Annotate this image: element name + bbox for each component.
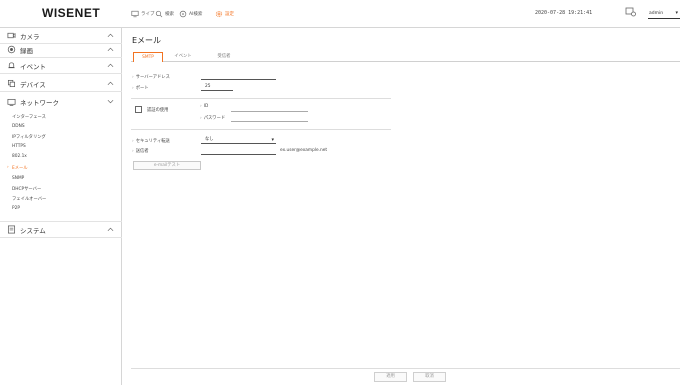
system-icon (7, 225, 16, 234)
port-label: › ポート (132, 86, 149, 91)
password-input[interactable] (231, 114, 308, 122)
bell-icon (8, 62, 15, 69)
user-underline (648, 18, 680, 19)
chevron-down-icon (107, 99, 114, 104)
chevron-down-icon: ▾ (271, 137, 274, 143)
chevron-up-icon (107, 33, 114, 38)
chevron-up-icon (107, 63, 114, 68)
monitor-icon (131, 10, 139, 18)
footer-divider (131, 368, 680, 369)
chevron-down-icon: ▾ (675, 10, 678, 16)
sender-input[interactable] (201, 147, 276, 155)
page-title: Eメール (132, 36, 162, 45)
sidebar-section-label: カメラ (20, 32, 40, 41)
user-name: admin (649, 11, 664, 16)
datetime: 2020-07-28 19:21:41 (535, 10, 593, 16)
device-icon (7, 79, 16, 88)
bullet-icon: › (132, 149, 134, 154)
top-bar: WISENET ライブ 検索 AI検索 設定 2020-07-28 19:21:… (0, 0, 680, 28)
apply-button[interactable]: 適用 (374, 372, 407, 382)
search-icon (155, 10, 163, 18)
sidebar-item-p2p[interactable]: P2P (12, 206, 20, 211)
sender-label: › 送信者 (132, 149, 149, 154)
topnav-search-label: 検索 (165, 12, 174, 17)
gear-icon (215, 10, 223, 18)
cancel-button[interactable]: 取消 (413, 372, 446, 382)
tab-bar: SMTP イベント 受信者 (131, 52, 680, 62)
tab-smtp[interactable]: SMTP (133, 52, 163, 62)
port-input[interactable]: 25 (201, 83, 233, 91)
topnav-search[interactable]: 検索 (155, 9, 174, 19)
tab-recipient[interactable]: 受信者 (207, 52, 241, 61)
sidebar-item-snmp[interactable]: SNMP (12, 176, 24, 181)
chevron-right-icon: › (7, 165, 9, 170)
sidebar-section-label: イベント (20, 62, 46, 71)
sidebar-section-event[interactable]: イベント (0, 58, 122, 74)
bullet-icon: › (132, 86, 134, 91)
bullet-icon: › (132, 75, 134, 80)
topnav-ai-search-label: AI検索 (189, 12, 203, 17)
sidebar-item-8021x[interactable]: 802.1x (12, 154, 27, 159)
sidebar-section-system[interactable]: システム (0, 222, 122, 238)
id-label: › ID (200, 104, 209, 109)
sidebar-item-failover[interactable]: フェイルオーバー (12, 196, 46, 202)
wisenet-logo: WISENET (42, 6, 101, 20)
sidebar-item-ddns[interactable]: DDNS (12, 124, 25, 129)
server-address-input[interactable] (201, 72, 276, 80)
auth-checkbox[interactable] (135, 106, 142, 113)
camera-icon (7, 32, 16, 39)
topnav-ai-search[interactable]: AI検索 (179, 9, 202, 19)
network-icon (7, 98, 16, 106)
tab-event[interactable]: イベント (165, 52, 201, 61)
record-icon (7, 45, 16, 54)
user-select[interactable]: admin ▾ (640, 8, 680, 20)
chevron-up-icon (107, 47, 114, 52)
sidebar-section-label: デバイス (20, 80, 46, 89)
topnav-live-label: ライブ (141, 12, 155, 17)
secure-transfer-label: › セキュリティ転送 (132, 139, 170, 144)
sidebar-item-ip-filtering[interactable]: IPフィルタリング (12, 134, 46, 140)
auth-label: 認証の使用 (147, 108, 169, 113)
bullet-icon: › (200, 104, 202, 109)
password-label: › パスワード (200, 116, 226, 121)
sidebar-section-network[interactable]: ネットワーク (0, 94, 122, 110)
bullet-icon: › (132, 139, 134, 144)
secure-transfer-value: なし (205, 137, 214, 142)
email-test-button[interactable]: e-mailテスト (133, 161, 201, 170)
sidebar-item-dhcp-server[interactable]: DHCPサーバー (12, 186, 41, 192)
sidebar-item-interface[interactable]: インターフェース (12, 114, 46, 120)
chevron-up-icon (107, 81, 114, 86)
user-switch-icon[interactable] (625, 6, 637, 18)
sidebar-item-email[interactable]: › Eメール (7, 165, 28, 171)
sidebar-section-record[interactable]: 録画 (0, 42, 122, 58)
sidebar-item-https[interactable]: HTTPS (12, 144, 26, 149)
section-divider (131, 98, 391, 99)
secure-transfer-select[interactable]: なし ▾ (201, 136, 276, 144)
sidebar-section-device[interactable]: デバイス (0, 76, 122, 92)
sidebar: カメラ 録画 イベント デバイス ネットワーク インターフェース DDNS IP… (0, 28, 122, 385)
chevron-up-icon (107, 227, 114, 232)
ai-search-icon (179, 10, 187, 18)
sidebar-section-label: ネットワーク (20, 99, 59, 107)
topnav-live[interactable]: ライブ (131, 9, 155, 19)
bullet-icon: › (200, 116, 202, 121)
server-address-label: › サーバーアドレス (132, 75, 170, 80)
sidebar-section-label: 録画 (20, 46, 33, 55)
sender-example-hint: ex.user@example.net (280, 148, 328, 153)
sidebar-item-email-label: Eメール (12, 166, 28, 171)
topnav-settings-label: 設定 (225, 12, 234, 17)
section-divider (131, 129, 391, 130)
sidebar-section-label: システム (20, 226, 46, 235)
main-panel: Eメール SMTP イベント 受信者 › サーバーアドレス › ポート 25 認証の… (123, 28, 680, 385)
id-input[interactable] (231, 104, 308, 112)
topnav-settings[interactable]: 設定 (215, 9, 234, 19)
